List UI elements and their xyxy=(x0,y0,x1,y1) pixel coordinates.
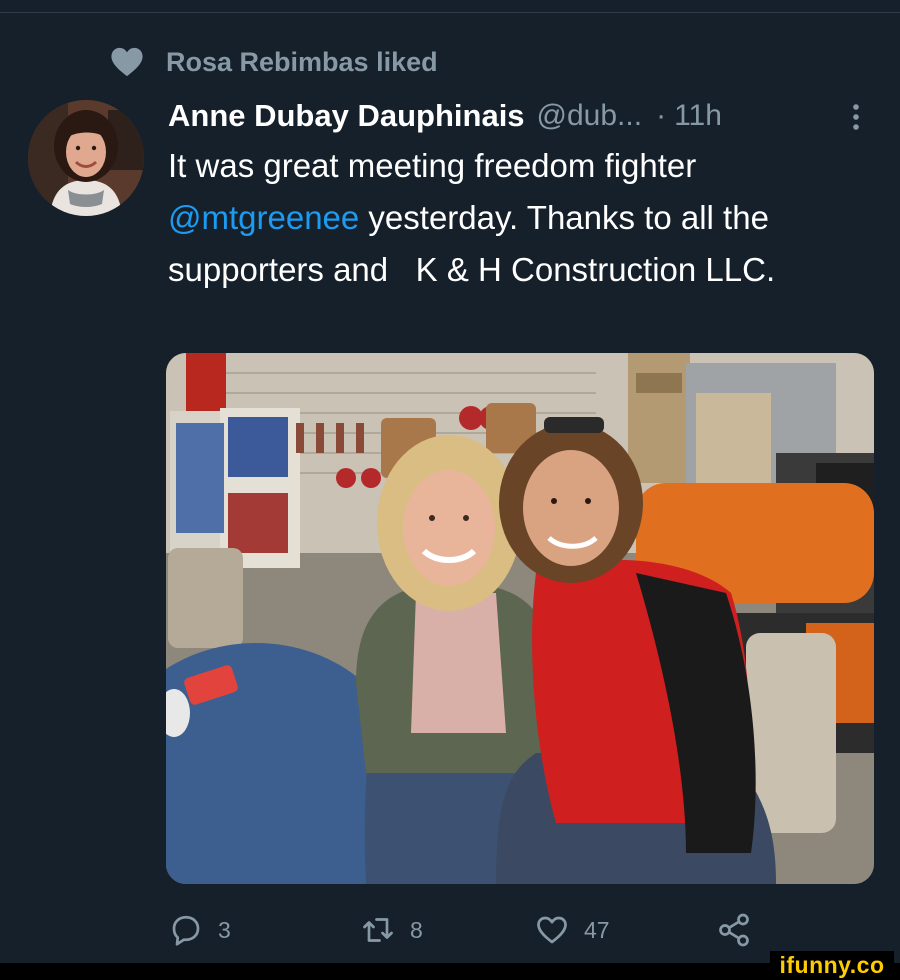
share-action[interactable] xyxy=(716,905,752,955)
mention-link[interactable]: @mtgreenee xyxy=(168,199,359,236)
photo-illustration xyxy=(166,353,874,884)
retweet-count: 8 xyxy=(410,916,423,943)
social-context-text: Rosa Rebimbas liked xyxy=(166,46,438,77)
retweet-action[interactable]: 8 xyxy=(360,905,423,955)
more-vertical-icon[interactable] xyxy=(846,102,866,132)
separator-dot: · xyxy=(656,99,667,132)
tweet-photo[interactable] xyxy=(166,353,874,884)
like-icon xyxy=(537,916,567,944)
tweet-text: It was great meeting freedom fighter @mt… xyxy=(168,140,888,296)
handle[interactable]: @dub... xyxy=(537,99,643,133)
tweet-text-part1: It was great meeting freedom fighter xyxy=(168,147,697,184)
avatar-image xyxy=(28,100,144,216)
avatar[interactable] xyxy=(28,100,144,216)
display-name[interactable]: Anne Dubay Dauphinais xyxy=(168,98,525,134)
top-divider xyxy=(0,12,900,13)
like-count: 47 xyxy=(584,916,610,943)
tweet-actions: 3 8 47 xyxy=(0,905,900,955)
watermark: ifunny.co xyxy=(770,951,894,980)
retweet-icon xyxy=(363,918,393,942)
like-action[interactable]: 47 xyxy=(534,905,610,955)
tweet-header: Anne Dubay Dauphinais @dub... · 11h xyxy=(168,94,722,138)
social-context: Rosa Rebimbas liked xyxy=(110,44,438,80)
timestamp[interactable]: 11h xyxy=(674,99,722,133)
share-icon xyxy=(719,913,749,947)
heart-icon xyxy=(111,47,143,77)
footer-bar xyxy=(0,963,900,980)
reply-action[interactable]: 3 xyxy=(168,905,231,955)
reply-icon xyxy=(172,915,200,946)
reply-count: 3 xyxy=(218,916,231,943)
